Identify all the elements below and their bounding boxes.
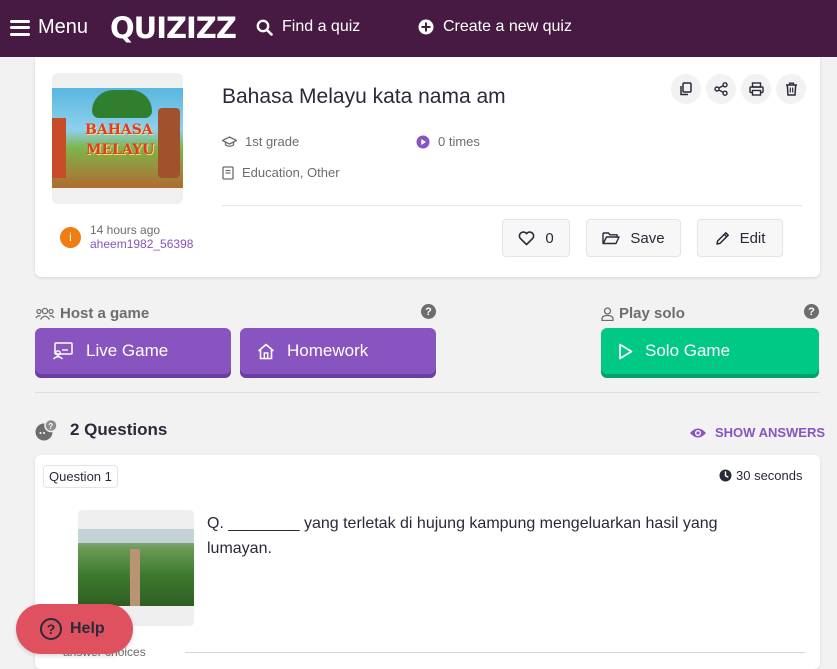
like-button[interactable]: 0 — [502, 219, 570, 257]
share-icon — [714, 82, 728, 96]
subject-text: Education, Other — [242, 165, 340, 180]
heart-icon — [518, 230, 535, 245]
help-icon: ? — [40, 618, 62, 640]
card-divider — [222, 205, 802, 206]
host-game-label: Host a game — [60, 305, 150, 322]
live-game-label: Live Game — [86, 341, 169, 360]
solo-help-icon[interactable]: ? — [804, 304, 819, 319]
quiz-info-card: BAHASA MELAYU Bahasa Melayu kata nama am… — [35, 57, 820, 277]
quiz-title: Bahasa Melayu kata nama am — [222, 85, 506, 108]
copy-button[interactable] — [671, 74, 701, 104]
pencil-icon — [715, 231, 729, 245]
questions-heading: ? 2 Questions — [35, 419, 167, 441]
create-quiz-label: Create a new quiz — [443, 18, 572, 35]
plays-meta: 0 times — [416, 134, 480, 149]
cover-text-line2: MELAYU — [86, 142, 155, 158]
answer-choices-divider — [185, 652, 805, 653]
folder-icon — [602, 232, 621, 245]
quiz-thumbnail: BAHASA MELAYU — [52, 73, 183, 204]
plays-text: 0 times — [438, 134, 480, 149]
save-button[interactable]: Save — [586, 219, 681, 257]
user-icon — [601, 306, 614, 321]
quiz-tools — [671, 74, 806, 104]
edit-button[interactable]: Edit — [697, 219, 783, 257]
play-icon — [619, 343, 633, 359]
author-info: i 14 hours ago aheem1982_56398 — [60, 223, 193, 251]
help-button[interactable]: ? Help — [16, 604, 133, 654]
create-quiz-link[interactable]: Create a new quiz — [418, 18, 572, 36]
section-divider — [35, 392, 820, 393]
graduation-cap-icon — [222, 135, 237, 147]
updated-time: 14 hours ago — [90, 223, 161, 237]
show-answers-toggle[interactable]: SHOW ANSWERS — [689, 425, 825, 440]
tea-plantation-image — [78, 529, 194, 606]
search-icon — [256, 19, 273, 36]
subject-meta: Education, Other — [222, 165, 340, 180]
print-button[interactable] — [741, 74, 771, 104]
question-number-badge: Question 1 — [43, 465, 118, 488]
question-card: Question 1 30 seconds Q. ________ yang t… — [35, 455, 820, 669]
avatar: i — [60, 226, 81, 248]
grade-meta: 1st grade — [222, 134, 299, 149]
clock-icon — [719, 469, 732, 482]
question-time: 30 seconds — [719, 468, 803, 483]
play-circle-icon — [416, 135, 430, 148]
author-link[interactable]: aheem1982_56398 — [90, 237, 193, 251]
solo-game-label: Solo Game — [645, 341, 731, 360]
hamburger-icon — [10, 19, 30, 36]
question-count: 2 Questions — [70, 420, 168, 439]
question-text: Q. ________ yang terletak di hujung kamp… — [207, 515, 718, 557]
trash-icon — [785, 82, 797, 96]
share-button[interactable] — [706, 74, 736, 104]
home-icon — [257, 343, 275, 359]
top-nav: Menu QUIZIZZ Find a quiz Create a new qu… — [0, 0, 837, 57]
question-bubbles-icon: ? — [35, 419, 58, 441]
host-game-heading: Host a game — [35, 305, 149, 322]
play-solo-heading: Play solo — [601, 305, 685, 322]
eye-icon — [690, 428, 706, 437]
quiz-cover-image: BAHASA MELAYU — [52, 88, 183, 188]
solo-game-button[interactable]: Solo Game — [601, 328, 819, 374]
printer-icon — [748, 82, 764, 96]
quizizz-logo[interactable]: QUIZIZZ — [110, 11, 237, 45]
delete-button[interactable] — [776, 74, 806, 104]
find-quiz-label: Find a quiz — [282, 18, 361, 35]
plus-circle-icon — [418, 19, 434, 35]
question-time-label: 30 seconds — [736, 468, 803, 483]
live-game-button[interactable]: Live Game — [35, 328, 231, 374]
save-label: Save — [630, 229, 665, 247]
like-count: 0 — [545, 229, 554, 247]
menu-button[interactable]: Menu — [10, 16, 88, 39]
svg-text:?: ? — [48, 422, 53, 431]
host-help-icon[interactable]: ? — [421, 304, 436, 319]
show-answers-label: SHOW ANSWERS — [715, 425, 826, 440]
users-icon — [35, 307, 55, 320]
help-label: Help — [70, 620, 105, 637]
edit-label: Edit — [739, 229, 766, 247]
homework-button[interactable]: Homework — [240, 328, 436, 374]
play-solo-label: Play solo — [619, 305, 685, 322]
homework-label: Homework — [287, 341, 369, 360]
copy-icon — [680, 82, 692, 96]
grade-text: 1st grade — [245, 134, 300, 149]
cover-text-line1: BAHASA — [85, 122, 153, 138]
book-icon — [222, 165, 234, 180]
menu-label: Menu — [38, 16, 89, 38]
presentation-icon — [53, 342, 73, 360]
find-quiz-link[interactable]: Find a quiz — [256, 18, 360, 36]
